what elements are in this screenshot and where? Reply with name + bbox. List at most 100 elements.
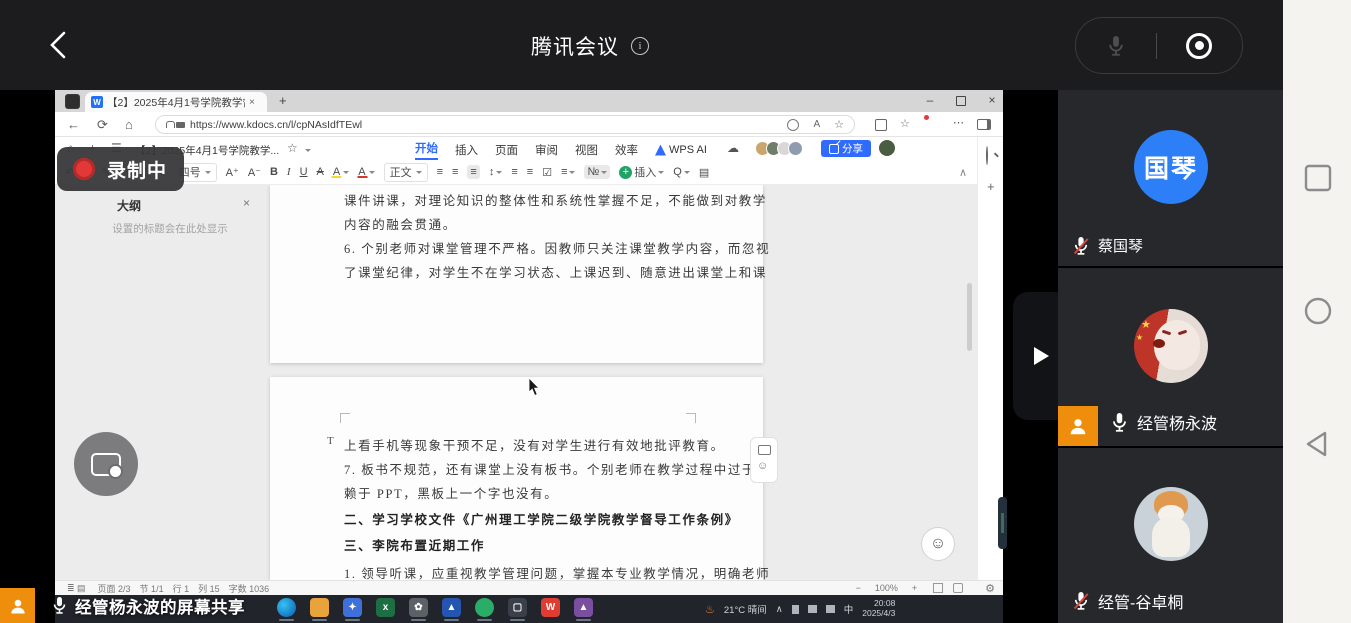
wps-title-caret-icon[interactable]	[305, 149, 311, 155]
excel-icon[interactable]: x	[376, 598, 395, 617]
sidebar-panel-icon[interactable]	[977, 119, 991, 130]
tray-expand-icon[interactable]: ∧	[776, 604, 783, 615]
wps-star-icon[interactable]: ☆	[287, 141, 298, 155]
align-center-icon[interactable]: ≡	[452, 166, 458, 178]
share-button[interactable]: 分享	[821, 140, 871, 157]
italic-button[interactable]: I	[287, 166, 291, 178]
read-aloud-icon[interactable]: A	[813, 119, 820, 130]
fullscreen-icon[interactable]	[953, 583, 963, 593]
collapse-ribbon-icon[interactable]: ∧	[959, 166, 967, 179]
new-tab-icon[interactable]: +	[279, 93, 287, 108]
favorite-star-icon[interactable]: ☆	[834, 118, 844, 131]
underline-button[interactable]: U	[300, 166, 308, 178]
emoji-icon[interactable]: ☺	[757, 460, 768, 472]
collaborator-avatars[interactable]	[755, 141, 803, 156]
address-bar[interactable]: https://www.kdocs.cn/l/cpNAsIdfTEwl A ☆	[155, 115, 855, 134]
recording-dot-icon	[73, 158, 95, 180]
doc-page-1[interactable]: 课件讲课，对理论知识的整体性和系统性掌握不足，不能做到对教学 内容的融会贯通。 …	[270, 185, 763, 363]
android-back-icon[interactable]	[1303, 429, 1333, 459]
find-button[interactable]: Q	[673, 166, 690, 178]
indent-increase-icon[interactable]: ≡	[527, 166, 533, 178]
numbered-list-icon[interactable]: №	[584, 165, 610, 179]
doc-scrollbar[interactable]	[967, 283, 972, 351]
mic-off-toolbar-icon[interactable]	[1106, 34, 1126, 58]
app-capture-icon[interactable]: ▢	[508, 598, 527, 617]
app-blue-icon[interactable]: ✦	[343, 598, 362, 617]
window-maximize-icon[interactable]	[956, 96, 966, 106]
browser-home-icon[interactable]: ⌂	[125, 117, 133, 132]
window-close-icon[interactable]: ×	[981, 93, 1003, 107]
settings-gear-icon[interactable]: ⚙	[985, 582, 995, 595]
wechat-icon[interactable]	[475, 598, 494, 617]
font-color-button[interactable]: A	[358, 166, 374, 178]
fit-page-icon[interactable]	[933, 583, 943, 593]
strikethrough-button[interactable]: A	[317, 166, 324, 178]
browser-window-icon[interactable]	[65, 94, 80, 109]
tab-efficiency[interactable]: 效率	[615, 142, 638, 158]
align-justify-icon[interactable]: ≡	[467, 165, 479, 179]
checkbox-list-icon[interactable]: ☑	[542, 166, 552, 179]
tab-wps-ai[interactable]: WPS AI	[655, 144, 707, 156]
app-photos-icon[interactable]: ▲	[442, 598, 461, 617]
home-icon[interactable]	[1303, 296, 1333, 326]
extensions-icon[interactable]	[875, 119, 887, 131]
recents-icon[interactable]	[1303, 163, 1333, 193]
tab-page[interactable]: 页面	[495, 142, 518, 158]
clock[interactable]: 20:08 2025/4/3	[862, 599, 895, 619]
ime-indicator[interactable]: 中	[844, 602, 854, 616]
bold-button[interactable]: B	[270, 166, 278, 178]
shrink-font-button[interactable]: A⁻	[248, 166, 261, 179]
tab-insert[interactable]: 插入	[455, 142, 478, 158]
line-spacing-icon[interactable]: ↕	[489, 166, 503, 178]
tray-mic-icon[interactable]	[792, 605, 799, 614]
collections-icon[interactable]: ☆	[900, 117, 910, 130]
bullet-list-icon[interactable]: ≡	[561, 166, 575, 178]
tray-volume-icon[interactable]	[826, 605, 835, 613]
edge-icon[interactable]	[277, 598, 296, 617]
back-icon[interactable]	[44, 28, 74, 62]
app-purple-icon[interactable]: ▲	[574, 598, 593, 617]
file-explorer-icon[interactable]	[310, 598, 329, 617]
browser-reload-icon[interactable]: ⟳	[97, 117, 108, 133]
outline-close-icon[interactable]: ×	[243, 196, 250, 210]
record-icon[interactable]	[1186, 33, 1212, 59]
printer-icon[interactable]: ▤	[699, 166, 709, 179]
zoom-in-button[interactable]: +	[912, 583, 917, 593]
window-minimize-icon[interactable]: –	[919, 93, 941, 107]
participant-tile[interactable]: 经管-谷卓桐	[1058, 448, 1283, 623]
info-icon[interactable]: i	[631, 37, 649, 55]
tray-network-icon[interactable]	[808, 605, 817, 613]
tab-view[interactable]: 视图	[575, 142, 598, 158]
highlight-button[interactable]: A	[333, 166, 349, 178]
weather-text[interactable]: 21°C 晴间	[724, 602, 767, 616]
wps-icon[interactable]: W	[541, 598, 560, 617]
weather-icon[interactable]: ♨	[705, 603, 715, 616]
grow-font-button[interactable]: A⁺	[226, 166, 239, 179]
doc-page-2[interactable]: 上看手机等现象干预不足，没有对学生进行有效地批评教育。 7. 板书不规范，还有课…	[270, 377, 763, 580]
comment-icon[interactable]	[758, 445, 771, 455]
zoom-level[interactable]: 100%	[875, 583, 898, 593]
tab-review[interactable]: 审阅	[535, 142, 558, 158]
app-gear-icon[interactable]: ✿	[409, 598, 428, 617]
indent-decrease-icon[interactable]: ≡	[511, 166, 517, 178]
align-left-icon[interactable]: ≡	[437, 166, 443, 178]
cloud-sync-icon[interactable]: ☁	[727, 141, 739, 155]
translate-icon[interactable]	[787, 119, 799, 131]
user-avatar[interactable]	[879, 140, 895, 156]
floating-toolbar-button[interactable]	[74, 432, 138, 496]
browser-menu-icon[interactable]: ⋯	[953, 116, 964, 129]
participant-tile[interactable]: 国琴 蔡国琴	[1058, 90, 1283, 266]
rail-plus-icon[interactable]: +	[987, 179, 995, 194]
browser-back-icon[interactable]: ←	[67, 117, 80, 132]
browser-tab-strip: W 【2】2025年4月1号学院教学督导 × + – ×	[55, 90, 1003, 112]
tab-close-icon[interactable]: ×	[249, 97, 255, 108]
search-icon[interactable]	[986, 146, 988, 165]
zoom-out-button[interactable]: −	[856, 583, 861, 593]
participant-tile[interactable]: ★ ★ 经管杨永波	[1058, 268, 1283, 446]
presenter-badge-icon	[0, 588, 35, 623]
insert-button[interactable]: + 插入	[619, 164, 664, 180]
style-select[interactable]: 正文	[384, 163, 428, 182]
browser-tab[interactable]: W 【2】2025年4月1号学院教学督导 ×	[85, 92, 267, 112]
mic-muted-icon	[1072, 236, 1090, 256]
tab-home[interactable]: 开始	[415, 140, 438, 160]
